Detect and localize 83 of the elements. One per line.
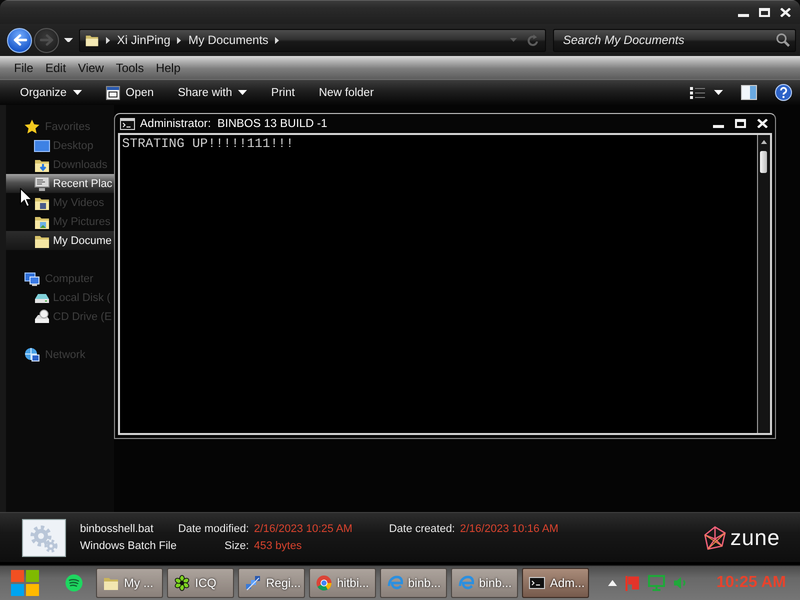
view-options-button[interactable] — [690, 86, 723, 100]
arrow-right-icon — [40, 34, 54, 46]
toolbar-button[interactable]: New folder — [312, 84, 380, 102]
help-button[interactable] — [775, 84, 792, 101]
address-bar[interactable]: Xi JinPing My Documents — [79, 28, 546, 52]
maximize-icon[interactable] — [759, 8, 770, 16]
toolbar-button[interactable]: Share with — [172, 84, 254, 102]
close-icon[interactable] — [757, 119, 768, 128]
star-icon — [24, 118, 40, 134]
taskbar-button[interactable]: binb... — [451, 568, 518, 598]
history-button[interactable] — [61, 38, 76, 42]
scroll-up-icon[interactable] — [761, 140, 767, 144]
logo-text: zune — [730, 524, 780, 550]
breadcrumb[interactable]: My Documents — [188, 33, 268, 47]
arrow-left-icon — [12, 34, 26, 46]
caret-down-icon — [64, 38, 73, 42]
caret-down-icon — [72, 90, 82, 95]
toolbar-button[interactable]: Organize — [14, 84, 88, 102]
maximize-icon[interactable] — [735, 119, 746, 128]
computer-icon — [24, 270, 40, 286]
sidebar-item[interactable]: My Docume — [6, 231, 114, 250]
search-field[interactable]: Search My Documents — [553, 28, 796, 52]
taskbar-button[interactable]: ICQ — [167, 568, 234, 598]
detail-value: 2/16/2023 10:25 AM — [254, 523, 352, 535]
sidebar-item[interactable]: Recent Plac — [6, 174, 114, 193]
toolbar-button[interactable]: Print — [265, 84, 301, 102]
file-name: binbosshell.bat — [80, 523, 154, 535]
folder-icon — [103, 575, 119, 591]
menu-item[interactable]: File — [8, 60, 40, 74]
chevron-right-icon — [275, 36, 280, 44]
console-line: STRATING UP!!!!!111!!! — [122, 136, 295, 151]
disc-icon — [34, 308, 50, 324]
squares-icon — [245, 575, 261, 591]
globe-icon — [24, 346, 40, 362]
menu-item[interactable]: Edit — [39, 60, 72, 74]
toolbar-button[interactable]: Open — [100, 82, 160, 102]
taskbar-button[interactable]: My ... — [96, 568, 163, 598]
chevron-right-icon — [177, 36, 182, 44]
list-view-icon — [690, 86, 705, 100]
taskbar-button[interactable]: Adm... — [522, 568, 589, 598]
help-icon — [775, 84, 792, 101]
caret-down-icon — [714, 90, 723, 95]
detail-value: 453 bytes — [254, 540, 302, 552]
tiles-icon — [10, 569, 40, 597]
menu-item[interactable]: Help — [150, 60, 187, 74]
caret-down-icon — [510, 38, 517, 42]
refresh-icon[interactable] — [527, 34, 539, 46]
back-button[interactable] — [7, 28, 32, 52]
menu-item[interactable]: View — [72, 60, 110, 74]
window-icon — [106, 86, 120, 100]
monitor-icon — [34, 176, 50, 192]
swirl-icon — [458, 575, 474, 591]
flower-icon — [174, 575, 190, 591]
segmented-circle-icon — [316, 575, 332, 591]
taskbar-button[interactable]: Regi... — [238, 568, 305, 598]
chevron-right-icon — [106, 36, 110, 44]
pane-icon — [741, 85, 757, 100]
detail-label: Date created: — [388, 523, 456, 535]
screen-icon — [34, 138, 50, 154]
start-button[interactable] — [10, 569, 40, 597]
circle-waves-icon — [65, 574, 83, 592]
window-title: Administrator: BINBOS 13 BUILD -1 — [140, 118, 328, 130]
polyhedron-icon — [703, 526, 728, 550]
detail-value: 2/16/2023 10:16 AM — [460, 523, 558, 535]
swirl-icon — [387, 575, 403, 591]
pinned-app-button[interactable] — [65, 574, 83, 592]
menu-item[interactable]: Tools — [110, 60, 150, 74]
detail-label: Date modified: — [178, 523, 250, 535]
breadcrumb[interactable]: Xi JinPing — [117, 33, 170, 47]
caret-down-icon — [238, 90, 248, 95]
scrollbar-track[interactable] — [757, 135, 770, 433]
search-icon[interactable] — [776, 32, 790, 46]
close-icon[interactable] — [780, 8, 791, 16]
file-type: Windows Batch File — [80, 540, 178, 552]
taskbar-button[interactable]: hitbi... — [309, 568, 376, 598]
taskbar-button[interactable]: binb... — [380, 568, 447, 598]
caret-up-icon[interactable] — [608, 580, 618, 586]
gear-icon — [22, 518, 66, 556]
scrollbar-thumb[interactable] — [760, 151, 767, 173]
detail-label: Size: — [224, 540, 250, 552]
terminal-icon — [120, 118, 135, 130]
terminal-icon — [529, 575, 545, 591]
mouse-pointer-icon — [20, 188, 32, 207]
